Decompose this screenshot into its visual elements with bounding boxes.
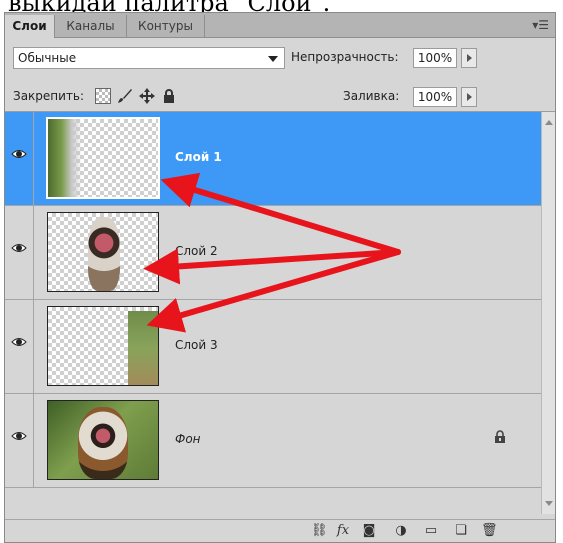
scroll-up-icon[interactable]: [545, 120, 553, 125]
layer-row-3[interactable]: Слой 3: [5, 300, 541, 394]
opacity-label: Непрозрачность:: [291, 50, 399, 64]
visibility-divider: [33, 206, 34, 299]
lock-icon: [495, 430, 505, 443]
blend-mode-select[interactable]: Обычные: [13, 47, 285, 69]
eye-icon[interactable]: [11, 336, 27, 348]
grass-fragment: [48, 119, 82, 197]
tab-paths[interactable]: Контуры: [127, 15, 205, 37]
tiger-image: [78, 407, 128, 479]
lock-icon[interactable]: [161, 88, 177, 104]
folder-icon[interactable]: ▭: [423, 524, 439, 538]
layer-name[interactable]: Слой 1: [175, 150, 222, 164]
chevron-down-icon: [268, 56, 278, 62]
visibility-divider: [33, 112, 34, 205]
panel-tab-bar: Слои Каналы Контуры ▾☰: [5, 13, 555, 38]
lock-fill-row: Закрепить: Заливка: 100%: [5, 85, 555, 109]
transparent-pixels-lock-icon[interactable]: [95, 88, 111, 104]
eye-icon[interactable]: [11, 242, 27, 254]
layer-row-2[interactable]: Слой 2: [5, 206, 541, 300]
blend-opacity-row: Обычные Непрозрачность: 100%: [5, 47, 555, 73]
panel-bottom-toolbar: ⛓ fx ◙ ◑ ▭ ❏ 🗑: [5, 519, 555, 542]
new-layer-icon[interactable]: ❏: [453, 524, 469, 538]
layer-name[interactable]: Слой 3: [175, 338, 218, 352]
layer-row-background[interactable]: Фон: [5, 394, 541, 488]
scroll-down-icon[interactable]: [545, 501, 553, 506]
lock-label: Закрепить:: [13, 89, 85, 103]
layer-thumbnail[interactable]: [47, 306, 159, 386]
eye-icon[interactable]: [11, 430, 27, 442]
opacity-input[interactable]: 100%: [413, 48, 457, 68]
tab-channels[interactable]: Каналы: [55, 15, 127, 37]
eye-icon[interactable]: [11, 148, 27, 160]
fill-slider-button[interactable]: [461, 87, 477, 107]
layer-name[interactable]: Слой 2: [175, 244, 218, 258]
layer-row-1[interactable]: Слой 1: [5, 112, 541, 206]
brush-icon[interactable]: [117, 88, 133, 104]
layers-list: Слой 1 Слой 2 Слой 3 Фон: [5, 112, 541, 514]
panel-menu-icon[interactable]: ▾☰: [532, 18, 549, 32]
fill-label: Заливка:: [343, 89, 400, 103]
grass-fragment: [128, 311, 158, 385]
tiger-fragment: [88, 217, 120, 291]
layer-thumbnail[interactable]: [46, 117, 160, 199]
layer-name[interactable]: Фон: [175, 432, 201, 446]
opacity-slider-button[interactable]: [461, 48, 477, 68]
visibility-divider: [33, 394, 34, 487]
trash-icon[interactable]: 🗑: [481, 524, 498, 538]
move-icon[interactable]: [139, 88, 155, 104]
fill-input[interactable]: 100%: [413, 87, 457, 107]
adjustment-icon[interactable]: ◑: [393, 524, 409, 538]
visibility-divider: [33, 300, 34, 393]
link-icon[interactable]: ⛓: [311, 524, 328, 538]
mask-icon[interactable]: ◙: [361, 524, 377, 538]
layers-scrollbar[interactable]: [541, 112, 555, 514]
tab-layers[interactable]: Слои: [5, 15, 55, 38]
layer-thumbnail[interactable]: [47, 400, 159, 480]
layer-thumbnail[interactable]: [47, 212, 159, 292]
blend-mode-value: Обычные: [18, 51, 77, 65]
fx-icon[interactable]: fx: [335, 524, 351, 538]
layers-panel: Слои Каналы Контуры ▾☰ Обычные Непрозрач…: [4, 12, 556, 543]
